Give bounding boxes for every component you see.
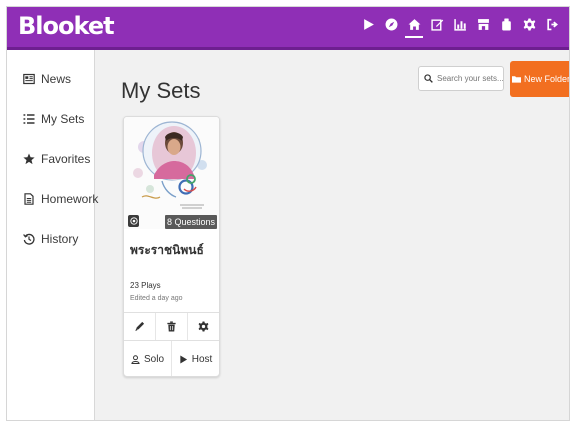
set-cover-image[interactable]: 8 Questions [124,117,219,229]
stats-icon[interactable] [453,18,467,38]
sidebar-item-my-sets[interactable]: My Sets [23,109,84,129]
play-icon[interactable] [361,18,375,38]
sidebar-item-history[interactable]: History [23,229,78,249]
set-card[interactable]: 8 Questions พระราชนิพนธ์ 23 Plays Edited… [123,116,220,377]
sidebar-item-label: Homework [41,192,99,206]
host-button[interactable]: Host [171,341,219,376]
app-window: Blooket News My Sets Favorites Homework … [6,6,570,421]
home-icon[interactable] [405,18,423,38]
new-folder-label: New Folder [523,74,570,84]
folder-icon [511,76,521,83]
settings-icon[interactable] [522,18,536,38]
logo[interactable]: Blooket [18,12,115,40]
history-icon [23,233,35,245]
set-actions [124,312,219,340]
cover-artwork [124,117,219,229]
edit-icon[interactable] [430,18,444,38]
delete-set-button[interactable] [155,313,187,340]
sidebar-item-favorites[interactable]: Favorites [23,149,90,169]
edited-time: Edited a day ago [130,295,183,302]
gear-icon [198,321,209,332]
edit-set-button[interactable] [124,313,155,340]
sidebar-item-news[interactable]: News [23,69,71,89]
sidebar-item-label: History [41,232,79,246]
search-input[interactable] [437,74,503,83]
page-title: My Sets [121,78,201,103]
search-icon [424,74,433,83]
visibility-badge [128,215,139,227]
store-icon[interactable] [476,18,490,38]
compass-icon[interactable] [384,18,398,38]
play-icon [180,354,187,364]
trash-icon [167,321,176,332]
solo-label: Solo [143,353,164,365]
question-count-badge: 8 Questions [165,215,217,229]
sidebar: News My Sets Favorites Homework History [7,50,98,420]
sidebar-item-label: My Sets [41,112,85,126]
play-options: Solo Host [124,340,219,376]
top-bar: Blooket [7,7,569,50]
solo-button[interactable]: Solo [124,341,171,376]
new-folder-button[interactable]: New Folder [510,61,570,97]
news-icon [23,73,35,85]
star-icon [23,153,35,165]
top-nav [361,18,559,40]
set-settings-button[interactable] [187,313,219,340]
list-icon [23,114,35,124]
sidebar-item-label: News [41,72,72,86]
blooks-icon[interactable] [499,18,513,38]
set-title[interactable]: พระราชนิพนธ์ [130,241,204,260]
eye-icon [129,217,138,225]
document-icon [24,193,34,205]
search-box[interactable] [418,66,504,91]
play-count: 23 Plays [130,281,161,290]
user-icon [131,354,140,364]
main-content: My Sets New Folder [96,50,569,420]
logout-icon[interactable] [545,18,559,38]
host-label: Host [191,353,213,365]
pencil-icon [135,321,145,332]
sidebar-item-label: Favorites [41,152,91,166]
sidebar-item-homework[interactable]: Homework [23,189,98,209]
